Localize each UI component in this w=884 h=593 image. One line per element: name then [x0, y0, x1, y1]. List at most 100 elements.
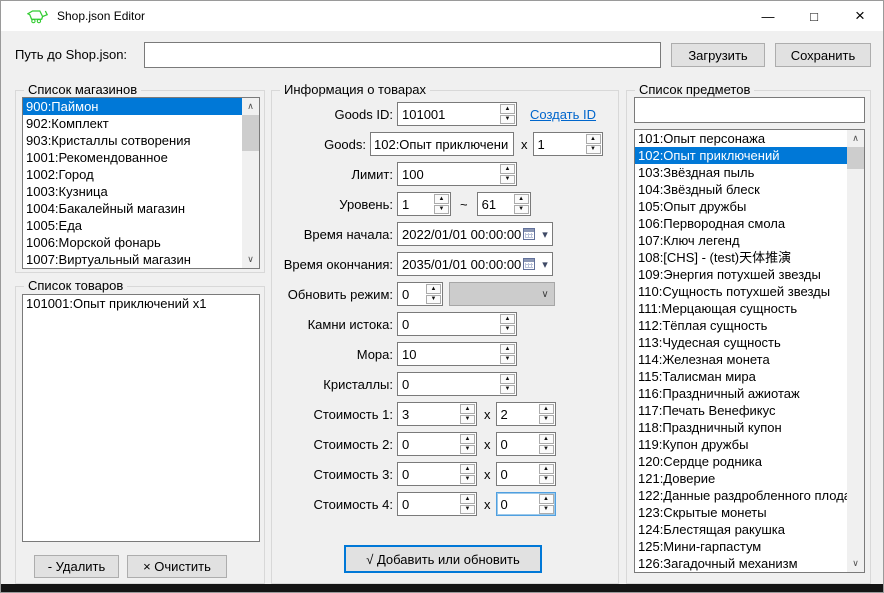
spin-up-icon[interactable] [500, 164, 515, 174]
list-item[interactable]: 103:Звёздная пыль [635, 164, 847, 181]
delete-button[interactable]: - Удалить [34, 555, 119, 578]
add-or-update-button[interactable]: √ Добавить или обновить [344, 545, 542, 573]
spin-down-icon[interactable] [500, 175, 515, 185]
close-button[interactable]: × [837, 1, 883, 31]
clear-button[interactable]: × Очистить [127, 555, 227, 578]
level-max-spinner[interactable]: 61 [477, 192, 531, 216]
cost3-count-spinner[interactable]: 0 [496, 462, 556, 486]
list-item[interactable]: 107:Ключ легенд [635, 232, 847, 249]
list-item[interactable]: 900:Паймон [23, 98, 242, 115]
chevron-down-icon[interactable] [538, 228, 552, 241]
spin-up-icon[interactable] [500, 104, 515, 114]
list-item[interactable]: 903:Кристаллы сотворения [23, 132, 242, 149]
spin-up-icon[interactable] [539, 434, 554, 444]
list-item[interactable]: 119:Купон дружбы [635, 436, 847, 453]
list-item[interactable]: 1005:Еда [23, 217, 242, 234]
list-item[interactable]: 122:Данные раздробленного плода [635, 487, 847, 504]
spin-down-icon[interactable] [460, 415, 475, 425]
mora-spinner[interactable]: 10 [397, 342, 517, 366]
list-item[interactable]: 115:Талисман мира [635, 368, 847, 385]
list-item[interactable]: 1003:Кузница [23, 183, 242, 200]
scroll-up-icon[interactable] [242, 98, 259, 115]
list-item[interactable]: 121:Доверие [635, 470, 847, 487]
cart-listbox[interactable]: 101001:Опыт приключений x1 [22, 294, 260, 542]
spin-up-icon[interactable] [586, 134, 601, 144]
spin-down-icon[interactable] [460, 475, 475, 485]
list-item[interactable]: 1006:Морской фонарь [23, 234, 242, 251]
list-item[interactable]: 120:Сердце родника [635, 453, 847, 470]
save-button[interactable]: Сохранить [775, 43, 871, 67]
refresh-mode-spinner[interactable]: 0 [397, 282, 443, 306]
chevron-down-icon[interactable] [538, 258, 552, 271]
item-search-input[interactable] [634, 97, 865, 123]
shops-listbox[interactable]: 900:Паймон902:Комплект903:Кристаллы сотв… [22, 97, 260, 269]
spin-up-icon[interactable] [539, 494, 554, 504]
load-button[interactable]: Загрузить [671, 43, 765, 67]
title-bar[interactable]: Shop.json Editor — □ × [1, 1, 883, 31]
spin-down-icon[interactable] [460, 445, 475, 455]
list-item[interactable]: 1007:Виртуальный магазин [23, 251, 242, 268]
time-end-picker[interactable]: 2035/01/01 00:00:00 [397, 252, 553, 276]
scroll-down-icon[interactable] [242, 251, 259, 268]
maximize-button[interactable]: □ [791, 1, 837, 31]
create-id-link[interactable]: Создать ID [530, 107, 596, 122]
cost4-item-spinner[interactable]: 0 [397, 492, 477, 516]
list-item[interactable]: 110:Сущность потухшей звезды [635, 283, 847, 300]
minimize-button[interactable]: — [745, 1, 791, 31]
cost2-count-spinner[interactable]: 0 [496, 432, 556, 456]
list-item[interactable]: 101:Опыт персонажа [635, 130, 847, 147]
cost2-item-spinner[interactable]: 0 [397, 432, 477, 456]
list-item[interactable]: 108:[CHS] - (test)天体推演 [635, 249, 847, 266]
spin-up-icon[interactable] [460, 404, 475, 414]
list-item[interactable]: 118:Праздничный купон [635, 419, 847, 436]
list-item[interactable]: 126:Загадочный механизм [635, 555, 847, 572]
spin-down-icon[interactable] [426, 295, 441, 305]
spin-up-icon[interactable] [500, 344, 515, 354]
spin-down-icon[interactable] [539, 475, 554, 485]
items-listbox[interactable]: 101:Опыт персонажа102:Опыт приключений10… [634, 129, 865, 573]
scroll-thumb[interactable] [847, 147, 864, 169]
spin-down-icon[interactable] [460, 505, 475, 515]
goods-field[interactable]: 102:Опыт приключени [370, 132, 514, 156]
list-item[interactable]: 102:Опыт приключений [635, 147, 847, 164]
list-item[interactable]: 111:Мерцающая сущность [635, 300, 847, 317]
spin-down-icon[interactable] [500, 385, 515, 395]
list-item[interactable]: 1001:Рекомендованное [23, 149, 242, 166]
spin-up-icon[interactable] [434, 194, 449, 204]
scroll-down-icon[interactable] [847, 555, 864, 572]
list-item[interactable]: 109:Энергия потухшей звезды [635, 266, 847, 283]
spin-down-icon[interactable] [500, 115, 515, 125]
spin-down-icon[interactable] [500, 355, 515, 365]
spin-up-icon[interactable] [460, 494, 475, 504]
shops-scrollbar[interactable] [242, 98, 259, 268]
spin-up-icon[interactable] [460, 434, 475, 444]
list-item[interactable]: 114:Железная монета [635, 351, 847, 368]
cost3-item-spinner[interactable]: 0 [397, 462, 477, 486]
cost1-item-spinner[interactable]: 3 [397, 402, 477, 426]
items-scrollbar[interactable] [847, 130, 864, 572]
limit-spinner[interactable]: 100 [397, 162, 517, 186]
spin-up-icon[interactable] [539, 404, 554, 414]
spin-up-icon[interactable] [460, 464, 475, 474]
list-item[interactable]: 104:Звёздный блеск [635, 181, 847, 198]
spin-up-icon[interactable] [426, 284, 441, 294]
spin-down-icon[interactable] [586, 145, 601, 155]
spin-up-icon[interactable] [539, 464, 554, 474]
path-input[interactable] [144, 42, 661, 68]
cost4-count-spinner[interactable]: 0 [496, 492, 556, 516]
time-start-picker[interactable]: 2022/01/01 00:00:00 [397, 222, 553, 246]
list-item[interactable]: 1004:Бакалейный магазин [23, 200, 242, 217]
list-item[interactable]: 105:Опыт дружбы [635, 198, 847, 215]
refresh-mode-combobox[interactable] [449, 282, 555, 306]
scroll-thumb[interactable] [242, 115, 259, 151]
primogem-spinner[interactable]: 0 [397, 312, 517, 336]
spin-down-icon[interactable] [434, 205, 449, 215]
spin-down-icon[interactable] [514, 205, 529, 215]
scroll-up-icon[interactable] [847, 130, 864, 147]
goods-count-spinner[interactable]: 1 [533, 132, 603, 156]
list-item[interactable]: 113:Чудесная сущность [635, 334, 847, 351]
list-item[interactable]: 116:Праздничный ажиотаж [635, 385, 847, 402]
list-item[interactable]: 902:Комплект [23, 115, 242, 132]
cost1-count-spinner[interactable]: 2 [496, 402, 556, 426]
crystal-spinner[interactable]: 0 [397, 372, 517, 396]
